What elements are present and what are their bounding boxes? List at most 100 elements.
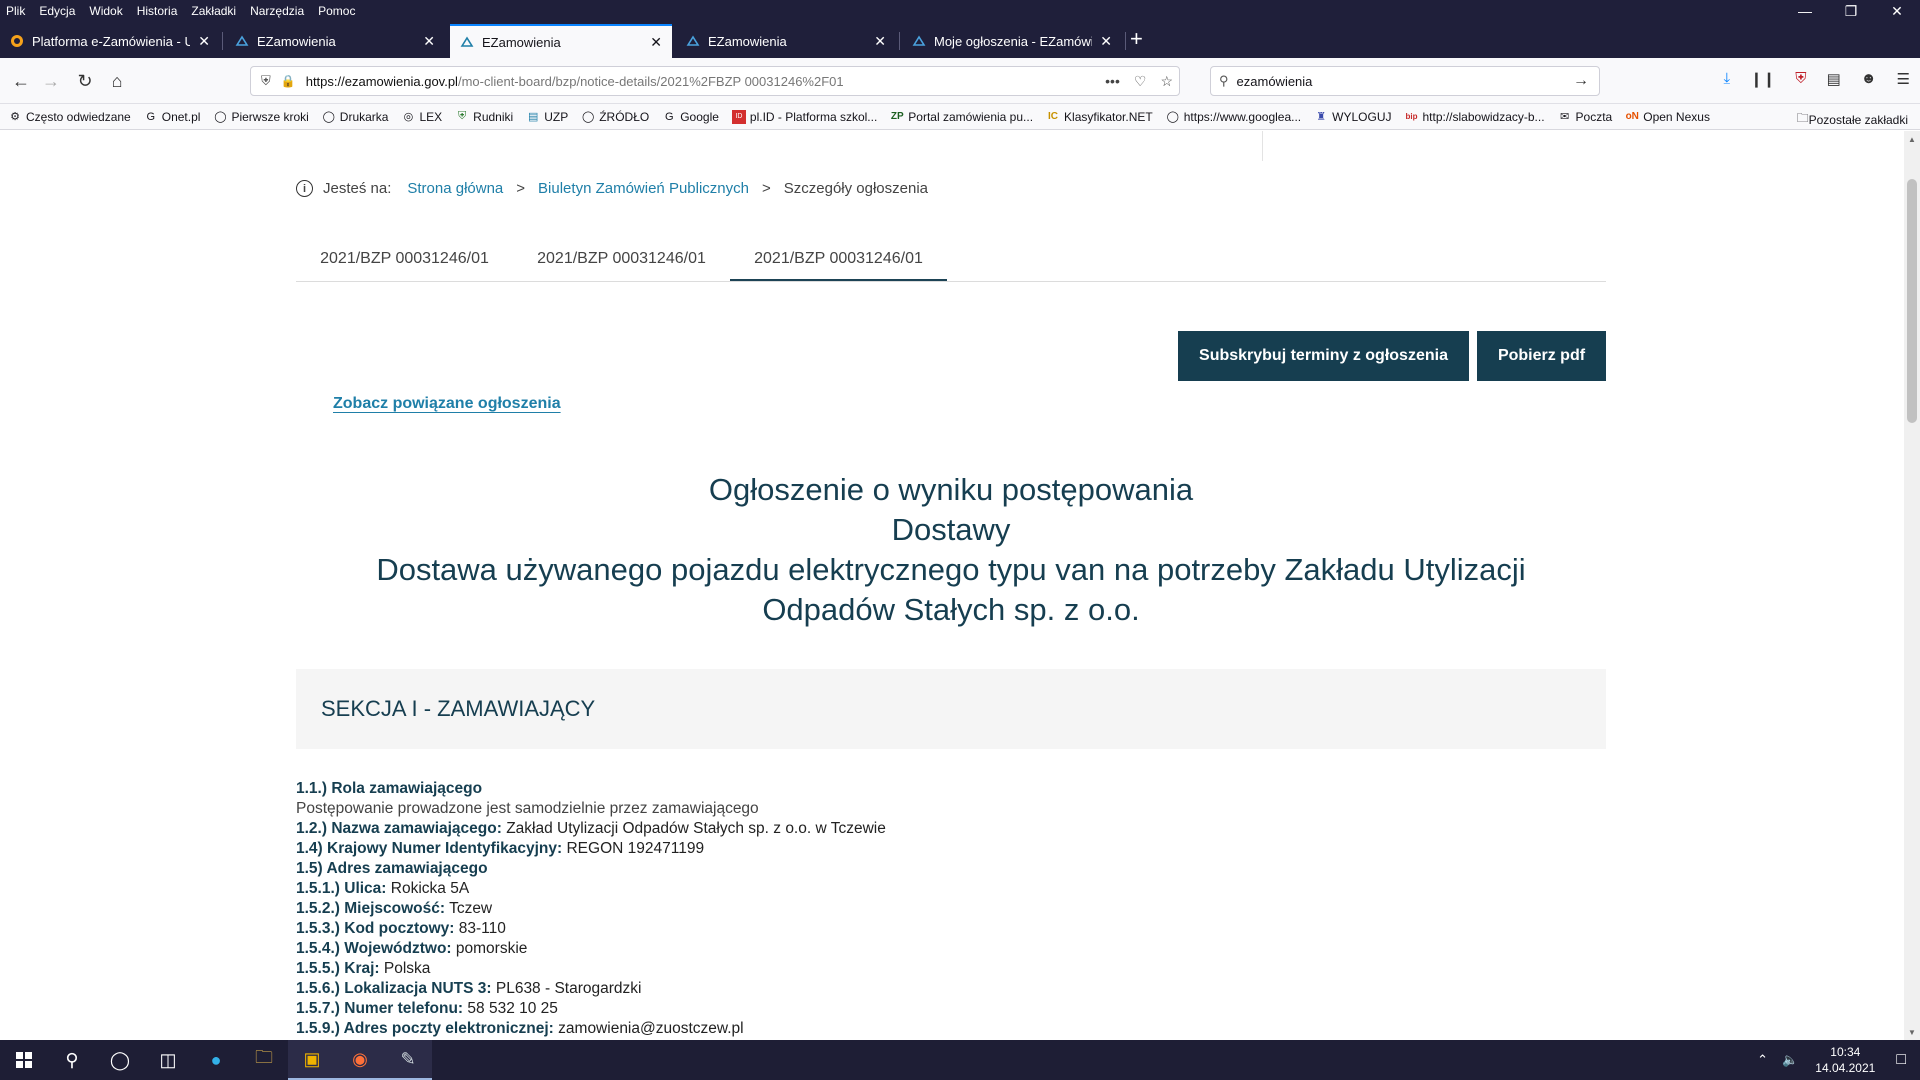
- notice-tab-2[interactable]: 2021/BZP 00031246/01: [513, 239, 730, 281]
- bookmark-label: https://www.googlea...: [1183, 109, 1302, 124]
- browser-tab-1[interactable]: Platforma e-Zamówienia - Urz ✕: [0, 24, 220, 58]
- bookmark-item[interactable]: G Onet.pl: [144, 110, 200, 124]
- breadcrumb-bzp-link[interactable]: Biuletyn Zamówień Publicznych: [538, 180, 749, 197]
- menu-narzedzia[interactable]: Narzędzia: [243, 0, 311, 22]
- page-actions-icon[interactable]: •••: [1105, 73, 1120, 90]
- download-icon[interactable]: ⤓: [1724, 70, 1731, 88]
- breadcrumb-home-link[interactable]: Strona główna: [407, 180, 503, 197]
- file-explorer-icon[interactable]: 🗀: [240, 1040, 288, 1080]
- orange-globe-icon: [11, 35, 23, 47]
- close-tab-icon[interactable]: ✕: [874, 33, 886, 50]
- browser-tab-2[interactable]: EZamowienia ✕: [225, 24, 445, 58]
- bookmark-item[interactable]: ◯ Pierwsze kroki: [213, 109, 309, 124]
- search-bar[interactable]: ⚲ →: [1210, 66, 1600, 96]
- close-tab-icon[interactable]: ✕: [198, 33, 210, 50]
- bookmark-item[interactable]: bip http://slabowidzacy-b...: [1404, 110, 1544, 124]
- browser-tab-3-active[interactable]: EZamowienia ✕: [450, 24, 672, 58]
- section-fields: 1.1.) Rola zamawiającego Postępowanie pr…: [296, 779, 1606, 1039]
- bookmark-item[interactable]: ♜ WYLOGUJ: [1314, 110, 1391, 124]
- menu-historia[interactable]: Historia: [130, 0, 185, 22]
- tab-separator: [899, 32, 900, 50]
- bookmark-item[interactable]: ◎ LEX: [401, 110, 443, 124]
- browser-tab-5[interactable]: Moje ogłoszenia - EZamówienia ✕: [902, 24, 1122, 58]
- bookmark-item[interactable]: ▤ UZP: [526, 110, 568, 124]
- minimize-icon[interactable]: —: [1782, 0, 1828, 22]
- menu-plik[interactable]: Plik: [0, 0, 32, 22]
- bookmark-star-icon[interactable]: ☆: [1160, 73, 1173, 90]
- menu-pomoc[interactable]: Pomoc: [311, 0, 362, 22]
- bookmark-item[interactable]: ZP Portal zamówienia pu...: [890, 110, 1033, 124]
- library-icon[interactable]: ❙❙: [1750, 70, 1775, 88]
- related-notices-link[interactable]: Zobacz powiązane ogłoszenia: [333, 395, 561, 413]
- google-g-icon: G: [664, 110, 674, 123]
- close-tab-icon[interactable]: ✕: [423, 33, 435, 50]
- scroll-down-arrow-icon[interactable]: ▼: [1904, 1024, 1920, 1040]
- close-tab-icon[interactable]: ✕: [1100, 33, 1112, 50]
- page-scrollbar[interactable]: ▲ ▼: [1904, 131, 1920, 1040]
- bookmark-label: Portal zamówienia pu...: [908, 109, 1034, 124]
- firefox-icon[interactable]: ◉: [336, 1040, 384, 1080]
- reload-icon[interactable]: ↻: [72, 68, 98, 94]
- browser-tab-4[interactable]: EZamowienia ✕: [676, 24, 896, 58]
- notice-tab-1[interactable]: 2021/BZP 00031246/01: [296, 239, 513, 281]
- building-icon: ♜: [1316, 111, 1327, 123]
- field-value: Postępowanie prowadzone jest samodzielni…: [296, 800, 759, 817]
- bookmark-item[interactable]: ◯ https://www.googlea...: [1166, 109, 1302, 124]
- pocket-icon[interactable]: ♡: [1134, 73, 1147, 90]
- chevron-up-icon[interactable]: ⌃: [1757, 1052, 1768, 1068]
- sidebar-icon[interactable]: ▤: [1827, 70, 1841, 88]
- restore-icon[interactable]: ❐: [1828, 0, 1874, 22]
- close-window-icon[interactable]: ✕: [1874, 0, 1920, 22]
- task-view-icon[interactable]: ◫: [144, 1040, 192, 1080]
- paint-icon[interactable]: ✎: [384, 1040, 432, 1080]
- bookmark-item[interactable]: ID pl.ID - Platforma szkol...: [731, 109, 877, 124]
- other-bookmarks[interactable]: 🗀 Pozostałe zakładki: [1797, 109, 1908, 129]
- speaker-icon[interactable]: 🔈: [1782, 1052, 1798, 1068]
- search-icon[interactable]: ⚲: [48, 1040, 96, 1080]
- forward-arrow-icon[interactable]: →: [38, 68, 64, 94]
- bookmark-item[interactable]: ⛨ Rudniki: [455, 110, 513, 124]
- back-arrow-icon[interactable]: ←: [8, 68, 34, 94]
- notice-title-line: Ogłoszenie o wyniku postępowania: [708, 472, 1194, 507]
- menu-edycja[interactable]: Edycja: [32, 0, 82, 22]
- search-input[interactable]: [1236, 73, 1567, 89]
- outlook-icon[interactable]: ▣: [288, 1040, 336, 1080]
- field-key: 1.5) Adres zamawiającego: [296, 860, 488, 877]
- bookmark-item[interactable]: ✉ Poczta: [1558, 109, 1613, 124]
- hamburger-menu-icon[interactable]: ☰: [1897, 70, 1910, 88]
- menu-widok[interactable]: Widok: [82, 0, 129, 22]
- bookmark-label: Poczta: [1575, 109, 1613, 124]
- bookmark-item[interactable]: oN Open Nexus: [1625, 110, 1710, 124]
- subscribe-deadlines-button[interactable]: Subskrybuj terminy z ogłoszenia: [1178, 331, 1469, 381]
- ublock-shield-icon[interactable]: ⛨: [1795, 70, 1806, 88]
- bookmark-item[interactable]: G Google: [662, 110, 719, 124]
- tab-strip: Platforma e-Zamówienia - Urz ✕ EZamowien…: [0, 22, 1920, 58]
- notice-tab-3-active[interactable]: 2021/BZP 00031246/01: [730, 239, 947, 281]
- menu-zakladki[interactable]: Zakładki: [184, 0, 243, 22]
- new-tab-plus-icon[interactable]: +: [1130, 28, 1143, 50]
- scroll-up-arrow-icon[interactable]: ▲: [1904, 131, 1920, 147]
- download-pdf-button[interactable]: Pobierz pdf: [1477, 331, 1606, 381]
- bookmark-label: WYLOGUJ: [1332, 109, 1392, 124]
- bookmark-label: UZP: [544, 109, 569, 124]
- notification-icon[interactable]: □: [1896, 1051, 1906, 1069]
- close-tab-icon[interactable]: ✕: [650, 34, 662, 51]
- bookmark-item[interactable]: ◯ Drukarka: [322, 110, 389, 124]
- open-nexus-icon: oN: [1625, 111, 1639, 122]
- bookmark-item[interactable]: ⚙ Często odwiedzane: [8, 110, 131, 124]
- home-icon[interactable]: ⌂: [104, 68, 130, 94]
- scrollbar-thumb[interactable]: [1907, 179, 1917, 423]
- search-go-arrow-icon[interactable]: →: [1573, 72, 1589, 90]
- clock[interactable]: 10:34 14.04.2021: [1815, 1044, 1875, 1076]
- bookmark-item[interactable]: IC Klasyfikator.NET: [1046, 110, 1153, 124]
- lock-icon[interactable]: 🔒: [281, 74, 296, 88]
- address-bar[interactable]: ⛨ 🔒 https://ezamowienia.gov.pl/mo-client…: [250, 66, 1180, 96]
- bookmark-item[interactable]: ◯ ŹRÓDŁO: [581, 110, 649, 124]
- windows-start-icon[interactable]: [0, 1040, 48, 1080]
- bookmark-label: Pierwsze kroki: [231, 109, 309, 124]
- edge-icon[interactable]: ●: [192, 1040, 240, 1080]
- shield-icon[interactable]: ⛨: [261, 73, 271, 89]
- notice-title-line: Odpadów Stałych sp. z o.o.: [762, 592, 1140, 627]
- account-icon[interactable]: ☻: [1861, 70, 1877, 88]
- cortana-circle-icon[interactable]: ◯: [96, 1040, 144, 1080]
